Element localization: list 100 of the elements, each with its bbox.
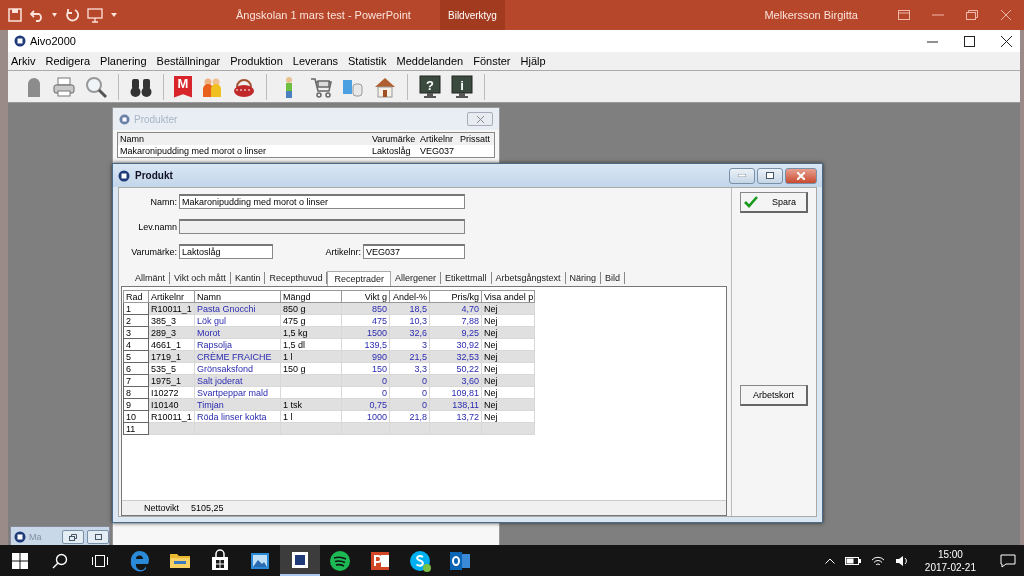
close-button[interactable] xyxy=(467,112,493,126)
input-field[interactable]: Makaronipudding med morot o linser xyxy=(179,194,465,209)
restore-button[interactable] xyxy=(62,530,84,544)
tab[interactable]: Arbetsgångstext xyxy=(491,272,566,284)
table-cell: R10011_1 xyxy=(148,410,195,423)
volume-icon[interactable] xyxy=(894,554,909,567)
menu-item[interactable]: Produktion xyxy=(230,55,283,67)
menu-item[interactable]: Planering xyxy=(100,55,147,67)
table-cell: Röda linser kokta xyxy=(194,410,281,423)
clock-time: 15:00 xyxy=(937,547,963,561)
column-header[interactable]: Artikelnr xyxy=(148,290,195,303)
list-cell[interactable]: Makaronipudding med morot o linser xyxy=(120,146,372,156)
column-header[interactable]: Prissatt xyxy=(460,134,494,144)
task-view-icon[interactable] xyxy=(91,553,109,568)
table-cell: 13,72 xyxy=(429,410,482,423)
table-cell: 475 xyxy=(341,314,390,327)
clock[interactable]: 15:00 2017-02-21 xyxy=(924,547,976,574)
input-field[interactable]: Laktoslåg xyxy=(179,244,273,259)
column-header[interactable]: Rad xyxy=(123,290,149,303)
search-icon[interactable] xyxy=(84,74,108,99)
chevron-up-icon[interactable] xyxy=(824,557,835,564)
tab[interactable]: Receptrader xyxy=(327,270,391,286)
column-header[interactable]: Artikelnr xyxy=(420,134,460,144)
start-icon[interactable] xyxy=(12,552,28,569)
table-cell: 3,3 xyxy=(389,362,430,375)
menu-item[interactable]: Arkiv xyxy=(11,55,36,67)
notifications-icon[interactable] xyxy=(1000,553,1016,568)
menu-item[interactable]: Meddelanden xyxy=(396,55,464,67)
menu-item[interactable]: Hjälp xyxy=(520,55,546,67)
app-logo-icon xyxy=(118,169,130,182)
tab[interactable]: Näring xyxy=(565,272,602,284)
table-cell: 109,81 xyxy=(429,386,482,399)
presentation-icon[interactable] xyxy=(87,7,103,23)
tab[interactable]: Vikt och mått xyxy=(170,272,231,284)
column-header[interactable]: Namn xyxy=(194,290,281,303)
caret-icon[interactable] xyxy=(111,13,117,17)
contextual-tab[interactable]: Bildverktyg xyxy=(440,0,505,30)
table-cell: 50,22 xyxy=(429,362,482,375)
letter-icon[interactable]: M xyxy=(174,75,192,98)
menu-item[interactable]: Redigera xyxy=(45,55,91,67)
table-cell: Nej xyxy=(481,410,535,423)
app-logo-icon xyxy=(119,113,130,125)
checkmark-icon xyxy=(744,196,758,208)
table-cell: Svartpeppar mald xyxy=(194,386,281,399)
table-cell: 150 xyxy=(341,362,390,375)
close-icon[interactable] xyxy=(1001,35,1012,47)
table-cell: 150 g xyxy=(280,362,342,375)
ribbon-display-icon[interactable] xyxy=(898,10,910,20)
field-label: Namn: xyxy=(149,196,177,207)
maximize-button[interactable] xyxy=(757,167,783,184)
table-cell: 30,92 xyxy=(429,338,482,351)
column-header[interactable]: Mängd xyxy=(280,290,342,303)
menu-item[interactable]: Beställningar xyxy=(156,55,221,67)
maximize-icon xyxy=(766,172,774,179)
save-button[interactable]: Spara xyxy=(740,192,808,213)
close-button[interactable] xyxy=(785,167,817,184)
table-cell: 3 xyxy=(389,338,430,351)
maximize-icon[interactable] xyxy=(964,35,975,47)
list-cell[interactable]: VEG037 xyxy=(420,146,460,156)
column-header[interactable]: Andel-% xyxy=(389,290,430,303)
restore-icon[interactable] xyxy=(966,10,978,20)
table-cell: Nej xyxy=(481,362,535,375)
tab[interactable]: Kantin xyxy=(230,272,266,284)
wifi-icon[interactable] xyxy=(870,554,885,567)
tab[interactable]: Allergener xyxy=(391,272,441,284)
music-app-icon[interactable] xyxy=(328,548,352,573)
table-cell: Nej xyxy=(481,386,535,399)
table-cell: I10272 xyxy=(148,386,195,399)
caret-icon[interactable] xyxy=(52,13,57,17)
table-cell: Lök gul xyxy=(194,314,281,327)
menu-item[interactable]: Fönster xyxy=(473,55,511,67)
list-cell[interactable]: Laktoslåg xyxy=(372,146,420,156)
maximize-button[interactable] xyxy=(87,530,109,544)
table-cell: 385_3 xyxy=(148,314,195,327)
printer-icon[interactable] xyxy=(52,74,76,99)
undo-icon[interactable] xyxy=(30,8,44,22)
field-label: Lev.namn xyxy=(137,221,177,232)
column-header[interactable]: Varumärke xyxy=(372,134,420,144)
app-logo-icon xyxy=(14,35,26,47)
tab[interactable]: Bild xyxy=(601,272,626,284)
column-header[interactable]: Pris/kg xyxy=(429,290,482,303)
column-header[interactable]: Vikt g xyxy=(341,290,390,303)
save-icon[interactable] xyxy=(8,8,22,22)
column-header[interactable]: Visa andel p xyxy=(481,290,535,303)
column-header[interactable]: Namn xyxy=(120,134,372,144)
work-card-button[interactable]: Arbetskort xyxy=(740,385,808,406)
battery-icon[interactable] xyxy=(844,555,861,566)
redo-icon[interactable] xyxy=(65,8,79,22)
table-cell: 1,5 dl xyxy=(280,338,342,351)
input-field[interactable]: VEG037 xyxy=(363,244,465,259)
menu-item[interactable]: Statistik xyxy=(348,55,387,67)
menu-item[interactable]: Leverans xyxy=(292,55,339,67)
tab[interactable]: Allmänt xyxy=(131,272,170,284)
tab[interactable]: Etikettmall xyxy=(441,272,492,284)
table-cell: 139,5 xyxy=(341,338,390,351)
chat-app-icon[interactable] xyxy=(408,548,432,573)
field-label: Varumärke: xyxy=(131,246,177,257)
browser-icon[interactable] xyxy=(128,548,152,573)
search-icon[interactable] xyxy=(52,552,68,569)
window-title: Produkt xyxy=(135,170,173,181)
